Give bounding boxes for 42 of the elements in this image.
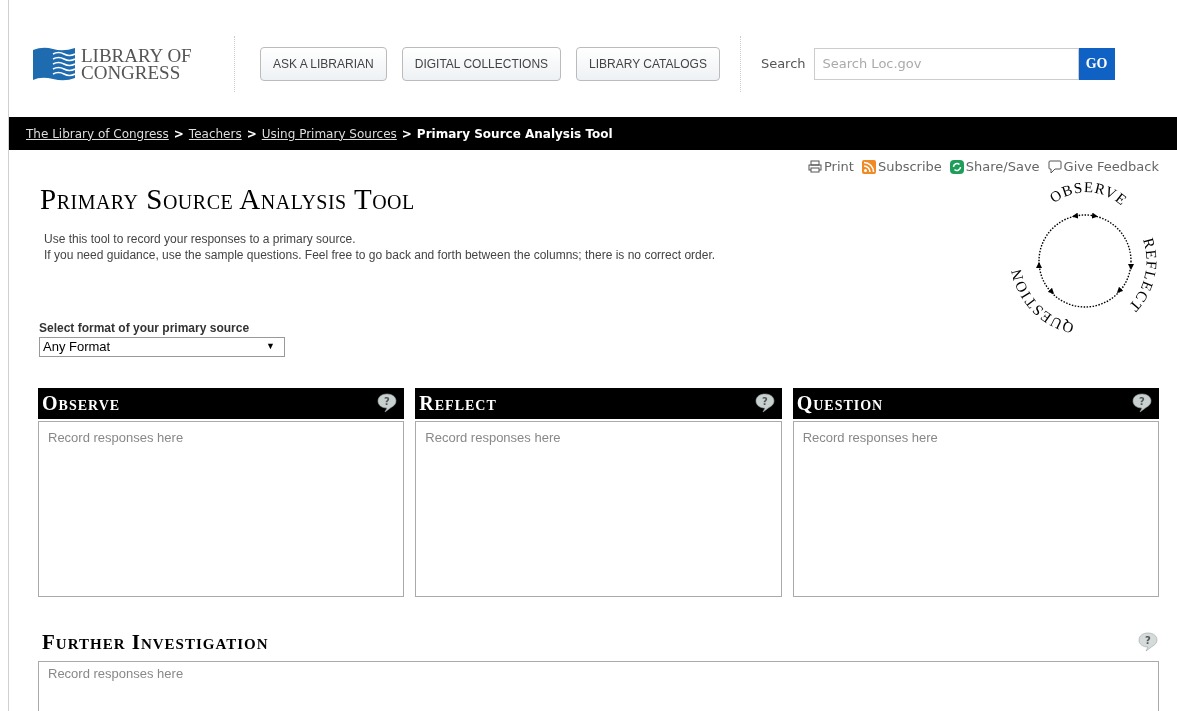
cycle-label: OBSERVE: [1046, 178, 1131, 209]
nav-button[interactable]: ASK A LIBRARIAN: [260, 46, 387, 81]
response-field[interactable]: Record responses here: [415, 420, 782, 597]
flag-logo-icon[interactable]: [33, 45, 75, 82]
rss-icon: [861, 159, 876, 174]
section-title: Further Investigation: [42, 628, 269, 656]
column-title: Reflect: [419, 391, 497, 416]
search-field[interactable]: Search Loc.gov: [813, 47, 1079, 80]
printer-icon: [808, 160, 822, 174]
action-link[interactable]: Subscribe: [861, 157, 942, 177]
help-icon[interactable]: ?: [1131, 393, 1153, 413]
further-response-field[interactable]: Record responses here: [38, 661, 1159, 711]
search-label: Search: [760, 54, 806, 73]
logo-text[interactable]: CONGRESS: [81, 63, 192, 81]
action-link[interactable]: Give Feedback: [1047, 157, 1159, 177]
action-link[interactable]: Share/Save: [949, 157, 1040, 177]
logo-text[interactable]: LIBRARY OF: [81, 46, 192, 64]
intro-text: Use this tool to record your responses to a primary source.: [44, 231, 357, 247]
go-button[interactable]: GO: [1078, 47, 1115, 80]
share-icon: [949, 159, 964, 174]
breadcrumb-link[interactable]: Teachers: [188, 124, 242, 143]
nav-button[interactable]: LIBRARY CATALOGS: [576, 46, 720, 81]
nav-button[interactable]: DIGITAL COLLECTIONS: [401, 46, 562, 81]
breadcrumb-separator: >: [173, 125, 184, 143]
breadcrumb-separator: >: [246, 125, 257, 143]
breadcrumb-separator: >: [401, 125, 412, 143]
response-field[interactable]: Record responses here: [792, 420, 1159, 597]
breadcrumb-current: Primary Source Analysis Tool: [416, 125, 613, 143]
breadcrumb-link[interactable]: Using Primary Sources: [261, 124, 397, 143]
intro-text: If you need guidance, use the sample questions. Feel free to go back and forth between the columns; there is no correct order.: [44, 247, 717, 263]
help-icon[interactable]: ?: [753, 393, 776, 413]
column-title: Observe: [42, 391, 121, 416]
breadcrumb-link[interactable]: The Library of Congress: [26, 124, 169, 143]
help-icon[interactable]: ?: [376, 393, 399, 413]
format-select[interactable]: Any Format ▼: [39, 336, 285, 357]
dropdown-arrow-icon: ▼: [266, 339, 275, 354]
page-title: Primary Source Analysis Tool: [40, 185, 416, 214]
response-field[interactable]: Record responses here: [38, 420, 405, 597]
speech-bubble-icon: [1047, 159, 1062, 174]
help-icon[interactable]: ?: [1137, 632, 1159, 653]
column-title: Question: [796, 391, 884, 416]
action-link[interactable]: Print: [808, 157, 854, 177]
